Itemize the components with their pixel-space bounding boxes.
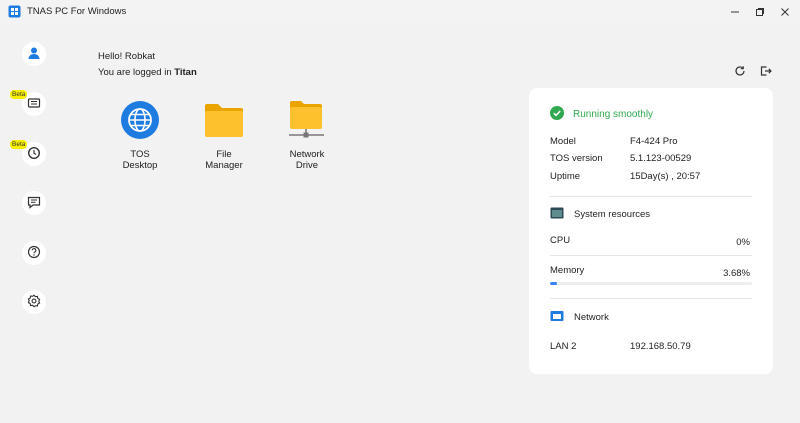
- beta-badge: Beta: [10, 140, 28, 149]
- network-title: Network: [574, 312, 609, 323]
- refresh-icon[interactable]: [733, 64, 747, 78]
- app-tos-desktop[interactable]: TOS Desktop: [105, 100, 175, 171]
- status-header: Running smoothly: [550, 106, 653, 123]
- memory-bar: [550, 282, 752, 285]
- network-folder-icon: [287, 100, 327, 140]
- version-value: 5.1.123-00529: [630, 153, 692, 164]
- monitor-icon: [550, 207, 564, 222]
- title-bar: TNAS PC For Windows: [0, 0, 800, 24]
- app-logo-icon: [8, 5, 21, 18]
- resources-header: System resources: [550, 207, 650, 222]
- sidebar: Beta Beta: [0, 24, 64, 423]
- uptime-label: Uptime: [550, 171, 581, 182]
- status-text: Running smoothly: [573, 109, 654, 120]
- backup-clock-icon: [27, 146, 41, 163]
- model-value: F4-424 Pro: [630, 136, 678, 147]
- device-name: Titan: [174, 67, 197, 78]
- message-icon: [27, 195, 41, 212]
- minimize-icon[interactable]: [722, 0, 748, 24]
- folder-icon: [204, 100, 244, 140]
- version-row: TOS version 5.1.123-00529: [550, 153, 691, 164]
- memory-label: Memory: [550, 265, 585, 276]
- login-status: You are logged in Titan: [98, 65, 197, 81]
- network-header: Network: [550, 310, 609, 325]
- globe-icon: [120, 100, 160, 140]
- status-card: Running smoothly Model F4-424 Pro TOS ve…: [529, 88, 773, 374]
- lan-value: 192.168.50.79: [630, 341, 691, 352]
- memory-bar-fill: [550, 282, 558, 285]
- check-circle-icon: [550, 106, 564, 123]
- cpu-value: 0%: [736, 237, 750, 248]
- resources-title: System resources: [574, 209, 651, 220]
- sidebar-item-settings[interactable]: [22, 290, 46, 314]
- app-label: Network Drive: [289, 149, 325, 171]
- app-label: File Manager: [205, 149, 243, 171]
- help-icon: [27, 245, 41, 262]
- divider: [550, 298, 752, 299]
- model-row: Model F4-424 Pro: [550, 136, 678, 147]
- login-prefix: You are logged in: [98, 67, 172, 78]
- storage-icon: [27, 96, 41, 113]
- close-icon[interactable]: [772, 0, 798, 24]
- uptime-value: 15Day(s) , 20:57: [630, 171, 701, 182]
- sidebar-item-help[interactable]: [22, 241, 46, 265]
- logout-icon[interactable]: [759, 64, 773, 78]
- version-label: TOS version: [550, 153, 603, 164]
- greeting-block: Hello! Robkat You are logged in Titan: [98, 49, 197, 81]
- cpu-divider: [550, 255, 752, 256]
- maximize-icon[interactable]: [747, 0, 773, 24]
- beta-badge: Beta: [10, 90, 28, 99]
- uptime-row: Uptime 15Day(s) , 20:57: [550, 171, 700, 182]
- cpu-label: CPU: [550, 235, 571, 246]
- network-icon: [550, 310, 564, 325]
- lan-row: LAN 2 192.168.50.79: [550, 341, 691, 352]
- window-title: TNAS PC For Windows: [27, 6, 127, 17]
- greeting-text: Hello! Robkat: [98, 51, 156, 62]
- app-network-drive[interactable]: Network Drive: [272, 100, 342, 171]
- app-file-manager[interactable]: File Manager: [189, 100, 259, 171]
- sidebar-item-user[interactable]: [22, 42, 46, 66]
- app-label: TOS Desktop: [122, 149, 158, 171]
- lan-label: LAN 2: [550, 341, 577, 352]
- divider: [550, 196, 752, 197]
- user-icon: [27, 46, 41, 63]
- gear-icon: [27, 293, 41, 311]
- model-label: Model: [550, 136, 576, 147]
- sidebar-item-messages[interactable]: [22, 191, 46, 215]
- memory-value: 3.68%: [723, 268, 750, 279]
